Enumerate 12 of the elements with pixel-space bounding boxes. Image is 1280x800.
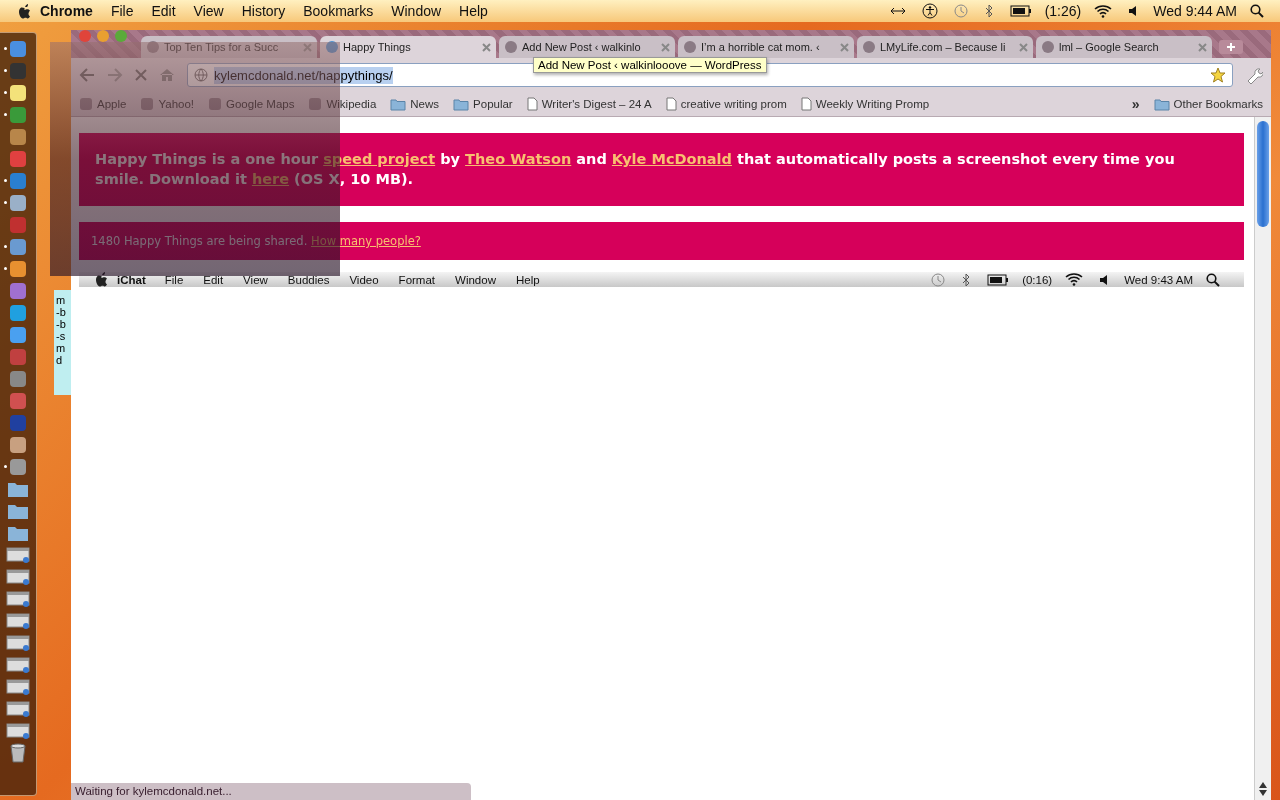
- note-text: d: [56, 354, 64, 366]
- note-text: -s: [56, 330, 67, 342]
- note-text: m: [56, 294, 67, 306]
- counter-text: 1480 Happy Things are being shared. How many people?: [91, 234, 422, 248]
- note-text: -b: [56, 318, 67, 330]
- note-text: m: [56, 342, 67, 354]
- battery-time: (1:26): [1043, 3, 1083, 19]
- tooltip: Add New Post ‹ walkinlooove — WordPress: [533, 57, 767, 73]
- intro-text: Happy Things is a one hour speed project by Theo Watson and Kyle McDonald that automatically posts a screenshot every time you smile. Download it here (OS X, 10 MB).: [95, 150, 1176, 189]
- status-bubble: Waiting for kylemcdonald.net...: [71, 783, 471, 800]
- note-text: -b: [56, 306, 67, 318]
- battery-time: (0:16): [1021, 273, 1054, 286]
